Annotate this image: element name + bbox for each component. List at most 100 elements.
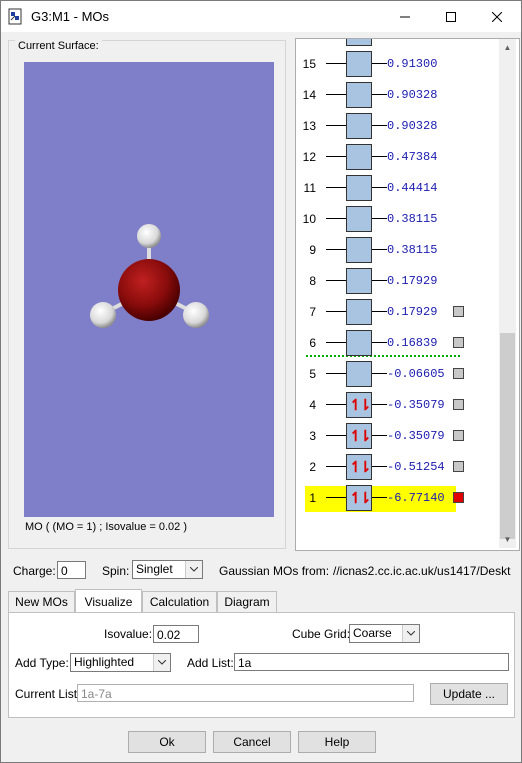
mo-level-line xyxy=(326,466,346,467)
scroll-up-icon[interactable]: ▲ xyxy=(499,39,516,56)
tab-visualize[interactable]: Visualize xyxy=(75,589,142,613)
mo-select-checkbox[interactable] xyxy=(453,306,464,317)
occupied-orbital-box[interactable]: ↿⇂ xyxy=(346,392,372,418)
mo-select-checkbox[interactable] xyxy=(453,399,464,410)
mo-scrollbar[interactable]: ▲ ▼ xyxy=(499,39,516,548)
cube-grid-select[interactable]: Coarse xyxy=(349,624,420,643)
hydrogen-atom xyxy=(90,302,116,328)
virtual-orbital-box[interactable] xyxy=(346,237,372,263)
tab-calculation[interactable]: Calculation xyxy=(142,591,217,612)
dialog-button-bar: Ok Cancel Help xyxy=(3,727,520,761)
scroll-thumb[interactable] xyxy=(500,333,515,539)
mo-window: G3:M1 - MOs Current Surface: MO ((MO = … xyxy=(0,0,522,763)
mo-number: 11 xyxy=(303,181,316,195)
mo-level-row[interactable]: 7 0.17929 xyxy=(296,299,496,325)
molecule-viewport[interactable] xyxy=(24,62,274,517)
spin-select[interactable]: Singlet xyxy=(132,560,203,579)
mo-number: 4 xyxy=(309,398,316,412)
mo-select-checkbox[interactable] xyxy=(453,368,464,379)
charge-input[interactable]: 0 xyxy=(57,561,86,579)
mo-number: 13 xyxy=(302,119,316,133)
mo-energy: 0.38115 xyxy=(387,212,438,226)
mo-level-row[interactable]: 8 0.17929 xyxy=(296,268,496,294)
surface-caption: MO ( (MO = 1) ; Isovalue = 0.02 ) xyxy=(25,521,187,533)
mo-level-line xyxy=(372,249,387,250)
mo-level-row[interactable]: 9 0.38115 xyxy=(296,237,496,263)
mo-number: 3 xyxy=(309,429,316,443)
mo-level-row[interactable]: 1 ↿⇂ -6.77140 xyxy=(296,485,496,511)
mo-box xyxy=(346,39,372,46)
mo-level-line xyxy=(372,156,387,157)
tab-diagram[interactable]: Diagram xyxy=(217,591,277,612)
mo-level-row[interactable]: 11 0.44414 xyxy=(296,175,496,201)
minimize-button[interactable] xyxy=(382,1,428,32)
virtual-orbital-box[interactable] xyxy=(346,361,372,387)
virtual-orbital-box[interactable] xyxy=(346,330,372,356)
mo-energy: 0.90328 xyxy=(387,88,438,102)
occupied-orbital-box[interactable]: ↿⇂ xyxy=(346,423,372,449)
mo-level-line xyxy=(326,63,346,64)
ok-button[interactable]: Ok xyxy=(128,731,206,753)
virtual-orbital-box[interactable] xyxy=(346,268,372,294)
mo-energy: 0.17929 xyxy=(387,305,438,319)
mo-level-line xyxy=(372,94,387,95)
mo-level-row[interactable]: 10 0.38115 xyxy=(296,206,496,232)
mo-level-row[interactable]: 2 ↿⇂ -0.51254 xyxy=(296,454,496,480)
cancel-button[interactable]: Cancel xyxy=(213,731,291,753)
mo-level-row[interactable]: 13 0.90328 xyxy=(296,113,496,139)
add-list-input[interactable]: 1a xyxy=(234,653,509,671)
mo-select-checkbox[interactable] xyxy=(453,337,464,348)
mo-level-line xyxy=(326,373,346,374)
virtual-orbital-box[interactable] xyxy=(346,299,372,325)
cube-grid-label: Cube Grid: xyxy=(292,627,351,641)
mo-level-row[interactable]: 4 ↿⇂ -0.35079 xyxy=(296,392,496,418)
tab-new-mos[interactable]: New MOs xyxy=(8,591,75,612)
mo-number: 15 xyxy=(302,57,316,71)
mo-level-row[interactable]: 5 -0.06605 xyxy=(296,361,496,387)
mo-energy: 0.38115 xyxy=(387,243,438,257)
spin-pair-icon: ↿⇂ xyxy=(349,428,371,445)
mo-level-row[interactable]: 15 0.91300 xyxy=(296,51,496,77)
chevron-down-icon xyxy=(153,654,170,671)
mo-select-checkbox[interactable] xyxy=(453,430,464,441)
cube-grid-value: Coarse xyxy=(353,626,392,640)
virtual-orbital-box[interactable] xyxy=(346,206,372,232)
update-button[interactable]: Update ... xyxy=(430,683,508,705)
maximize-button[interactable] xyxy=(428,1,474,32)
mo-number: 8 xyxy=(309,274,316,288)
virtual-orbital-box[interactable] xyxy=(346,113,372,139)
mo-level-row[interactable]: 6 0.16839 xyxy=(296,330,496,356)
charge-label: Charge: xyxy=(13,564,56,578)
mo-level-line xyxy=(326,187,346,188)
mo-level-row[interactable]: 12 0.47384 xyxy=(296,144,496,170)
mo-diagram-panel: 15 0.91300 14 0.90328 13 0.90328 12 0.47384… xyxy=(295,38,520,551)
chevron-down-icon xyxy=(185,561,202,578)
spin-label: Spin: xyxy=(102,564,130,578)
mo-number: 14 xyxy=(302,88,316,102)
window-title: G3:M1 - MOs xyxy=(31,9,110,24)
isovalue-input[interactable]: 0.02 xyxy=(153,625,199,643)
virtual-orbital-box[interactable] xyxy=(346,144,372,170)
mo-level-line xyxy=(326,125,346,126)
hydrogen-atom xyxy=(137,224,161,248)
occupied-orbital-box[interactable]: ↿⇂ xyxy=(346,485,372,511)
occupied-orbital-box[interactable]: ↿⇂ xyxy=(346,454,372,480)
mo-energy: -0.06605 xyxy=(387,367,445,381)
virtual-orbital-box[interactable] xyxy=(346,175,372,201)
mo-energy: 0.47384 xyxy=(387,150,438,164)
mo-select-checkbox[interactable] xyxy=(453,492,464,503)
virtual-orbital-box[interactable] xyxy=(346,82,372,108)
mo-energy: 0.16839 xyxy=(387,336,438,350)
scroll-down-icon[interactable]: ▼ xyxy=(499,531,516,548)
help-button[interactable]: Help xyxy=(298,731,376,753)
title-bar: G3:M1 - MOs xyxy=(1,1,521,32)
close-icon xyxy=(492,11,502,22)
close-button[interactable] xyxy=(474,1,520,32)
mo-level-row[interactable]: 14 0.90328 xyxy=(296,82,496,108)
mo-energy: -6.77140 xyxy=(387,491,445,505)
virtual-orbital-box[interactable] xyxy=(346,51,372,77)
mo-select-checkbox[interactable] xyxy=(453,461,464,472)
add-type-select[interactable]: Highlighted xyxy=(70,653,171,672)
mo-number: 2 xyxy=(309,460,316,474)
mo-level-row[interactable]: 3 ↿⇂ -0.35079 xyxy=(296,423,496,449)
